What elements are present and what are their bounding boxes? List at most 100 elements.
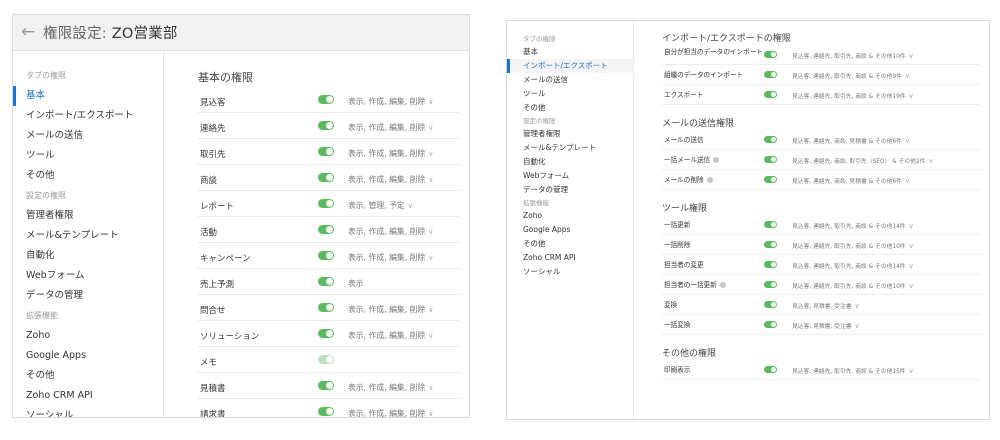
permission-value-dropdown[interactable]: 見込客, 連絡先, 取引先, 商談 & その他19件 ∨ [792,91,914,100]
sidebar-item[interactable]: その他 [507,237,633,251]
sidebar-item[interactable]: Webフォーム [507,169,633,183]
permission-name-wrap: 一括削除 [664,241,772,249]
sidebar-item[interactable]: データの管理 [13,286,163,306]
permission-name: 担当者の変更 [664,261,704,269]
sidebar-item[interactable]: その他 [13,366,163,386]
permission-value-dropdown[interactable]: 見込客, 連絡先, 取引先, 商談 & その他10件 ∨ [792,281,914,290]
sidebar-item[interactable]: ソーシャル [13,406,163,417]
permission-name: キャンペーン [200,254,251,264]
sidebar-item[interactable]: Zoho [13,326,163,346]
sidebar-item[interactable]: ソーシャル [507,265,633,279]
sidebar-item[interactable]: 基本 [13,86,163,106]
page-header: ← 権限設定: ZO営業部 [13,15,469,51]
toggle-switch[interactable] [764,281,777,288]
sidebar-item[interactable]: メール&テンプレート [507,141,633,155]
permission-value-dropdown[interactable]: 表示, 作成, 編集, 削除 ∨ [348,226,433,237]
toggle-switch[interactable] [764,51,777,58]
toggle-wrap [318,225,334,237]
toggle-switch[interactable] [318,407,334,416]
chevron-down-icon: ∨ [428,254,434,262]
permission-value-dropdown[interactable]: 表示, 作成, 編集, 削除 ∨ [348,382,433,393]
toggle-switch[interactable] [318,199,334,208]
toggle-switch[interactable] [764,241,777,248]
toggle-switch[interactable] [318,303,334,312]
permission-name-wrap: 担当者の変更 [664,261,772,269]
toggle-switch[interactable] [764,301,777,308]
permission-value-dropdown[interactable]: 表示, 作成, 編集, 削除 ∨ [348,96,433,107]
toggle-switch[interactable] [764,136,777,143]
toggle-switch[interactable] [318,381,334,390]
permission-value-dropdown[interactable]: 表示, 作成, 編集, 削除 ∨ [348,304,433,315]
sidebar-item[interactable]: 管理者権限 [13,206,163,226]
permission-value-dropdown[interactable]: 表示, 作成, 編集, 削除 ∨ [348,122,433,133]
sidebar-item[interactable]: ツール [13,146,163,166]
sidebar-item[interactable]: Zoho CRM API [13,386,163,406]
permission-value-dropdown[interactable]: 見込客, 連絡先, 取引先, 商談 & その他15件 ∨ [792,366,914,375]
sidebar-item[interactable]: その他 [507,101,633,115]
sidebar-item[interactable]: その他 [13,166,163,186]
toggle-switch[interactable] [318,329,334,338]
toggle-switch[interactable] [318,147,334,156]
sidebar-item[interactable]: 管理者権限 [507,127,633,141]
toggle-switch[interactable] [764,261,777,268]
permission-value-dropdown[interactable]: 見込客, 連絡先, 取引先, 商談 & その他10件 ∨ [792,51,914,60]
permission-row: 見積書 表示, 作成, 編集, 削除 ∨ [198,373,460,399]
permission-value-dropdown[interactable]: 見込客, 連絡先, 商談, 取引先（SEO） & その他2件 ∨ [792,156,934,165]
permission-value-dropdown[interactable]: 見込客, 連絡先, 取引先, 商談 & その他10件 ∨ [792,241,914,250]
permission-name-wrap: 変換 [664,301,772,309]
permission-value-dropdown[interactable]: 表示, 作成, 編集, 削除 ∨ [348,148,433,159]
toggle-switch[interactable] [764,71,777,78]
sidebar-item[interactable]: メールの送信 [507,73,633,87]
sidebar-item[interactable]: Google Apps [13,346,163,366]
sidebar-item[interactable]: Google Apps [507,223,633,237]
permission-value-dropdown[interactable]: 見込客, 見積書, 受注書 ∨ [792,321,860,330]
permission-value-dropdown[interactable]: 表示, 管理, 予定 ∨ [348,200,413,211]
sidebar-item[interactable]: ツール [507,87,633,101]
toggle-switch[interactable] [764,156,777,163]
toggle-switch[interactable] [764,321,777,328]
permission-value: 見込客, 連絡先, 商談, 見積書 & その他6件 [792,139,902,145]
toggle-switch[interactable] [764,221,777,228]
permission-value-dropdown[interactable]: 表示, 作成, 編集, 削除 ∨ [348,252,433,263]
sidebar-item[interactable]: Webフォーム [13,266,163,286]
permission-value-dropdown[interactable]: 表示, 作成, 編集, 削除 ∨ [348,408,433,417]
toggle-switch[interactable] [764,366,777,373]
sidebar-item[interactable]: メール&テンプレート [13,226,163,246]
toggle-wrap [318,407,334,417]
sidebar-item[interactable]: 自動化 [13,246,163,266]
sidebar-item[interactable]: 基本 [507,45,633,59]
sidebar-item[interactable]: Zoho [507,209,633,223]
permission-value-dropdown[interactable]: 表示, 作成, 編集, 削除 ∨ [348,174,433,185]
permission-name-wrap: 担当者の一括更新 [664,281,772,289]
toggle-wrap [764,241,777,250]
toggle-switch[interactable] [318,225,334,234]
permission-value-dropdown[interactable]: 見込客, 連絡先, 取引先, 商談 & その他14件 ∨ [792,221,914,230]
permission-value-dropdown[interactable]: 見込客, 連絡先, 商談, 見積書 & その他6件 ∨ [792,136,910,145]
toggle-switch[interactable] [318,355,334,364]
back-arrow-icon[interactable]: ← [21,24,41,41]
permission-value-dropdown[interactable]: 表示, 作成, 編集, 削除 ∨ [348,330,433,341]
permission-name-wrap: 一括メール送信 [664,156,772,164]
toggle-switch[interactable] [318,277,334,286]
permission-row: メールの削除 見込客, 連絡先, 商談, 見積書 & その他6件 ∨ [662,170,980,190]
toggle-wrap [764,176,777,185]
toggle-switch[interactable] [764,176,777,183]
toggle-switch[interactable] [318,95,334,104]
permission-value-dropdown[interactable]: 見込客, 連絡先, 商談, 見積書 & その他6件 ∨ [792,176,910,185]
sidebar-item[interactable]: 自動化 [507,155,633,169]
toggle-switch[interactable] [764,91,777,98]
permission-name-wrap: エクスポート [664,91,772,99]
permission-value-dropdown[interactable]: 見込客, 連絡先, 取引先, 商談 & その他14件 ∨ [792,261,914,270]
toggle-switch[interactable] [318,251,334,260]
toggle-switch[interactable] [318,173,334,182]
toggle-switch[interactable] [318,121,334,130]
sidebar-item[interactable]: インポート/エクスポート [13,106,163,126]
permission-row: レポート 表示, 管理, 予定 ∨ [198,191,460,217]
sidebar-item[interactable]: インポート/エクスポート [507,59,633,73]
sidebar-item[interactable]: メールの送信 [13,126,163,146]
permission-value-dropdown[interactable]: 見込客, 連絡先, 取引先, 商談 & その他9件 ∨ [792,71,910,80]
profile-name: ZO営業部 [111,26,178,42]
sidebar-item[interactable]: データの管理 [507,183,633,197]
permission-value-dropdown[interactable]: 見込客, 見積書, 受注書 ∨ [792,301,860,310]
sidebar-item[interactable]: Zoho CRM API [507,251,633,265]
